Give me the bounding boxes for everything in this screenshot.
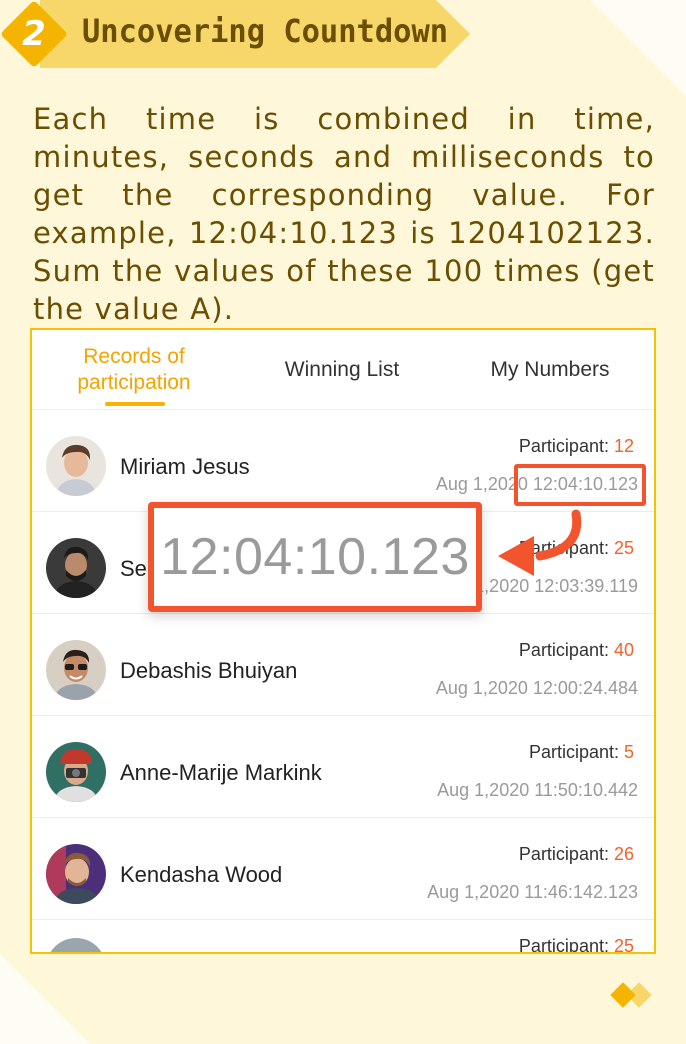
record-row[interactable]: Participant: 25 — [32, 920, 654, 954]
timestamp-highlight — [514, 464, 646, 506]
participant-name: Se — [120, 556, 147, 581]
avatar — [46, 538, 106, 598]
tab-my-numbers[interactable]: My Numbers — [448, 330, 652, 410]
participant-name: Kendasha Wood — [120, 862, 283, 887]
step-badge: 2 — [0, 0, 68, 68]
participation-card: Records of participation Winning List My… — [30, 328, 656, 954]
participant-label: Participant: — [518, 640, 614, 660]
participant-count-line: Participant: 5 — [529, 742, 634, 763]
participant-label: Participant: — [518, 936, 614, 954]
participant-name: Debashis Bhuiyan — [120, 658, 298, 683]
tab-label: Winning List — [284, 358, 400, 381]
avatar — [46, 436, 106, 496]
participant-count: 25 — [613, 936, 634, 954]
zoomed-timestamp-callout: 12:04:10.123 — [148, 502, 482, 612]
tab-label: My Numbers — [490, 358, 610, 381]
participant-count: 25 — [613, 538, 634, 558]
participant-count-line: Participant: 40 — [519, 640, 634, 661]
avatar — [46, 742, 106, 802]
avatar — [46, 844, 106, 904]
record-timestamp: Aug 1,2020 11:46:142.123 — [427, 882, 638, 902]
record-row[interactable]: Kendasha Wood Participant: 26 Aug 1,2020… — [32, 818, 654, 920]
record-timestamp: Aug 1,2020 11:50:10.442 — [437, 780, 638, 800]
record-row[interactable]: Anne-Marije Markink Participant: 5 Aug 1… — [32, 716, 654, 818]
tab-records-of-participation[interactable]: Records of participation — [32, 330, 236, 410]
record-row[interactable]: Debashis Bhuiyan Participant: 40 Aug 1,2… — [32, 614, 654, 716]
record-timestamp: Aug 1,2020 12:00:24.484 — [435, 678, 638, 698]
section-header: 2 Uncovering Countdown — [0, 0, 470, 68]
participant-count: 5 — [623, 742, 634, 762]
tab-bar: Records of participation Winning List My… — [32, 330, 654, 410]
participant-count-line: Participant: 25 — [518, 936, 634, 954]
participant-count: 40 — [613, 640, 634, 660]
zoomed-timestamp: 12:04:10.123 — [160, 528, 470, 586]
corner-diamonds-icon — [610, 982, 652, 1008]
tab-label: Records of participation — [77, 345, 191, 394]
participant-count: 26 — [613, 844, 634, 864]
participant-name: Miriam Jesus — [120, 454, 250, 479]
participant-count-line: Participant: 12 — [519, 436, 634, 457]
participant-count: 12 — [613, 436, 634, 456]
step-number: 2 — [22, 14, 46, 54]
participant-name: Anne-Marije Markink — [120, 760, 322, 785]
section-title: Uncovering Countdown — [82, 12, 449, 50]
participant-count-line: Participant: 26 — [519, 844, 634, 865]
avatar — [46, 640, 106, 700]
avatar — [46, 938, 106, 952]
participant-label: Participant: — [528, 742, 624, 762]
participant-label: Participant: — [518, 844, 614, 864]
participant-label: Participant: — [518, 436, 614, 456]
tab-winning-list[interactable]: Winning List — [240, 330, 444, 410]
description-text: Each time is combined in time, minutes, … — [33, 102, 655, 326]
active-tab-indicator — [105, 402, 165, 406]
pointer-arrow-icon — [498, 509, 582, 576]
